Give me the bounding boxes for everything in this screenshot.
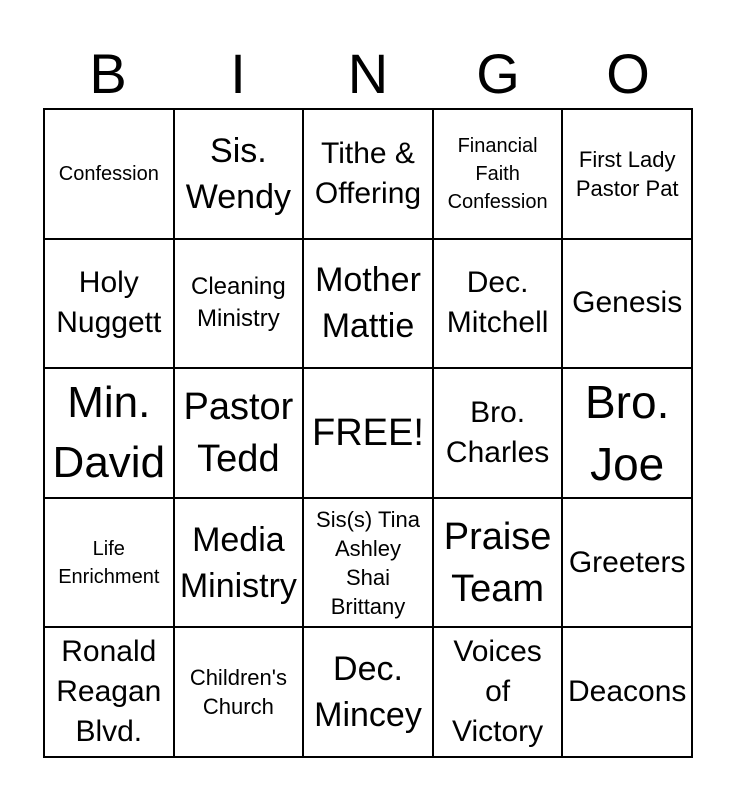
bingo-cell[interactable]: Min. David (44, 368, 174, 498)
bingo-cell[interactable]: Pastor Tedd (173, 368, 304, 498)
header-letter-b: B (89, 42, 127, 105)
bingo-cell[interactable]: Bro. Joe (562, 368, 692, 498)
header-letter-g: G (476, 42, 520, 105)
header-letter-i: I (230, 42, 246, 105)
bingo-cell[interactable]: Bro. Charles (432, 368, 563, 498)
bingo-cell[interactable]: Confession (44, 109, 174, 239)
free-space[interactable]: FREE! (303, 368, 433, 498)
bingo-cell[interactable]: Sis(s) Tina Ashley Shai Brittany (303, 497, 433, 628)
bingo-cell[interactable]: First Lady Pastor Pat (562, 109, 692, 239)
bingo-cell[interactable]: Voices of Victory (432, 627, 563, 757)
bingo-cell[interactable]: Tithe & Offering (303, 109, 433, 239)
bingo-cell[interactable]: Genesis (562, 238, 692, 369)
bingo-cell[interactable]: Ronald Reagan Blvd. (44, 627, 174, 757)
bingo-cell[interactable]: Dec. Mincey (303, 627, 433, 757)
bingo-cell[interactable]: Greeters (562, 497, 692, 628)
bingo-cell[interactable]: Financial Faith Confession (432, 109, 563, 239)
bingo-header: B I N G O (43, 44, 693, 104)
bingo-cell[interactable]: Media Ministry (173, 497, 304, 628)
bingo-cell[interactable]: Deacons (562, 627, 692, 757)
header-letter-n: N (347, 42, 389, 105)
bingo-cell[interactable]: Mother Mattie (303, 238, 433, 369)
header-letter-o: O (606, 42, 650, 105)
bingo-cell[interactable]: Children's Church (173, 627, 304, 757)
bingo-cell[interactable]: Praise Team (432, 497, 563, 628)
bingo-cell[interactable]: Cleaning Ministry (173, 238, 304, 369)
bingo-cell[interactable]: Life Enrichment (44, 497, 174, 628)
bingo-card-grid: Confession Sis. Wendy Tithe & Offering F… (43, 108, 693, 758)
bingo-cell[interactable]: Dec. Mitchell (432, 238, 563, 369)
bingo-cell[interactable]: Holy Nuggett (44, 238, 174, 369)
bingo-cell[interactable]: Sis. Wendy (173, 109, 304, 239)
